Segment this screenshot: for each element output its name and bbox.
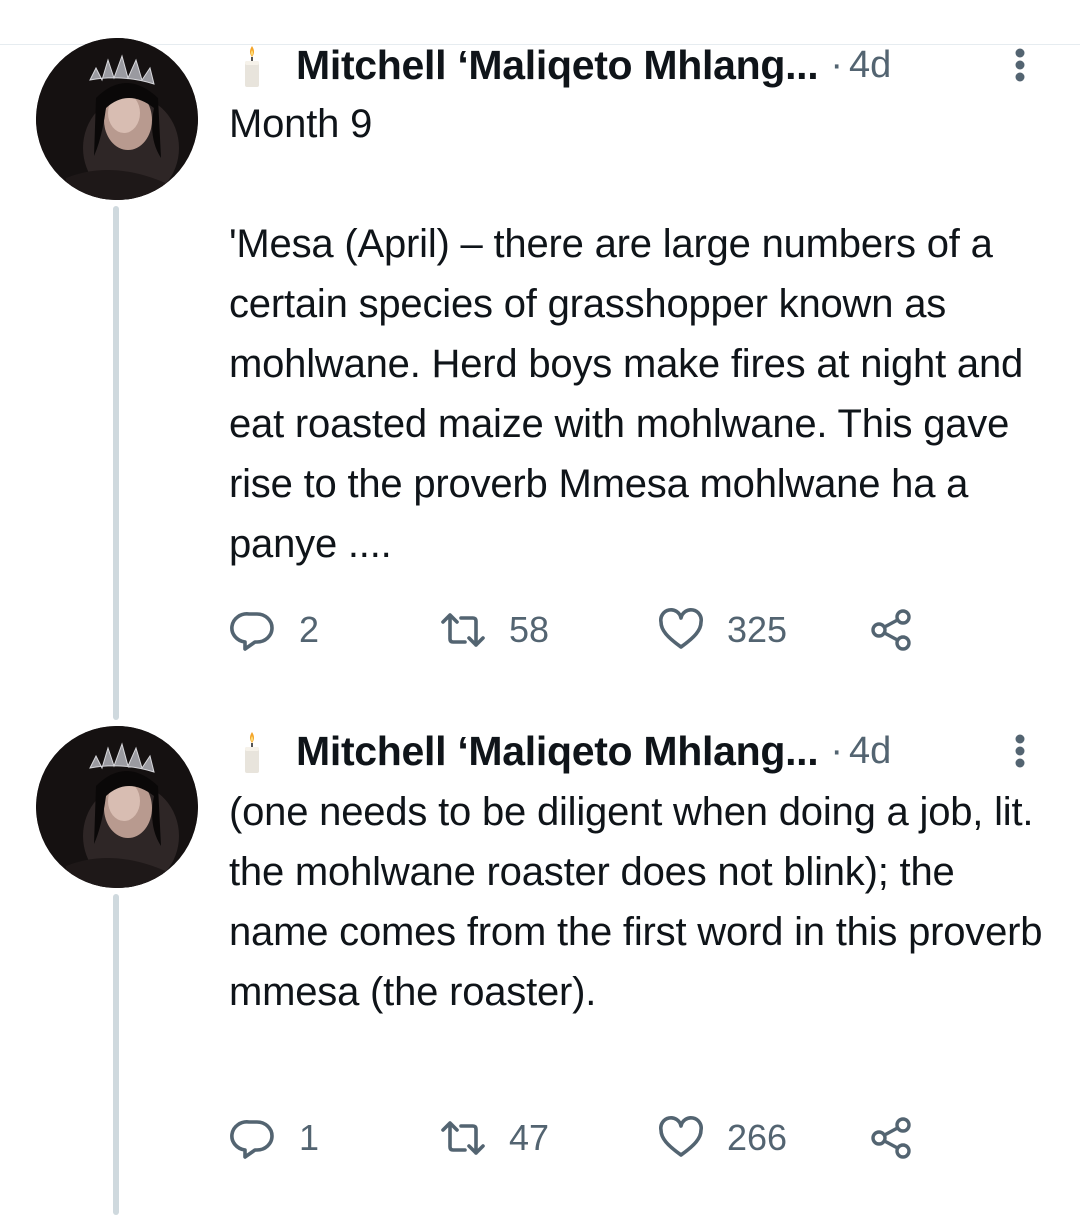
reply-button[interactable]: 2 [229, 600, 319, 660]
more-vertical-icon[interactable] [1008, 40, 1032, 90]
like-count: 266 [727, 1117, 788, 1158]
candle-icon [240, 728, 264, 774]
share-icon [871, 1117, 911, 1159]
retweet-button[interactable]: 58 [439, 600, 549, 660]
retweet-count: 47 [509, 1117, 550, 1158]
separator: · [830, 43, 843, 86]
action-bar: 1 47 266 [229, 1108, 949, 1168]
timestamp[interactable]: 4d [849, 730, 891, 773]
tweet[interactable]: Mitchell ‘Maliqeto Mhlang... · 4d (one n… [0, 700, 1080, 1215]
retweet-count: 58 [509, 609, 550, 650]
heart-icon [659, 608, 703, 649]
tweet-header: Mitchell ‘Maliqeto Mhlang... · 4d [240, 40, 891, 90]
share-button[interactable] [867, 1108, 937, 1168]
like-count: 325 [727, 609, 788, 650]
reply-count: 2 [299, 609, 320, 650]
tweet-header: Mitchell ‘Maliqeto Mhlang... · 4d [240, 726, 891, 776]
tweet-text: Month 9 'Mesa (April) – there are large … [229, 102, 1024, 566]
reply-button[interactable]: 1 [229, 1108, 319, 1168]
share-icon [871, 609, 911, 651]
heart-icon [659, 1116, 703, 1157]
share-button[interactable] [867, 600, 937, 660]
reply-icon [230, 612, 274, 651]
author-name[interactable]: Mitchell ‘Maliqeto Mhlang... [296, 42, 819, 89]
tweet-text: (one needs to be diligent when doing a j… [229, 790, 1054, 1014]
like-button[interactable]: 325 [657, 600, 787, 660]
profile-photo-icon [36, 38, 198, 200]
separator: · [830, 729, 843, 772]
retweet-button[interactable]: 47 [439, 1108, 549, 1168]
reply-count: 1 [299, 1117, 320, 1158]
candle-icon [240, 42, 264, 88]
avatar[interactable] [36, 38, 198, 200]
profile-photo-icon [36, 726, 198, 888]
reply-icon [230, 1120, 274, 1159]
author-name[interactable]: Mitchell ‘Maliqeto Mhlang... [296, 728, 819, 775]
retweet-icon [441, 1121, 485, 1155]
action-bar: 2 58 325 [229, 600, 949, 660]
retweet-icon [441, 613, 485, 647]
tweet[interactable]: Mitchell ‘Maliqeto Mhlang... · 4d Month … [0, 0, 1080, 700]
more-vertical-icon[interactable] [1008, 726, 1032, 776]
like-button[interactable]: 266 [657, 1108, 787, 1168]
timestamp[interactable]: 4d [849, 44, 891, 87]
avatar[interactable] [36, 726, 198, 888]
